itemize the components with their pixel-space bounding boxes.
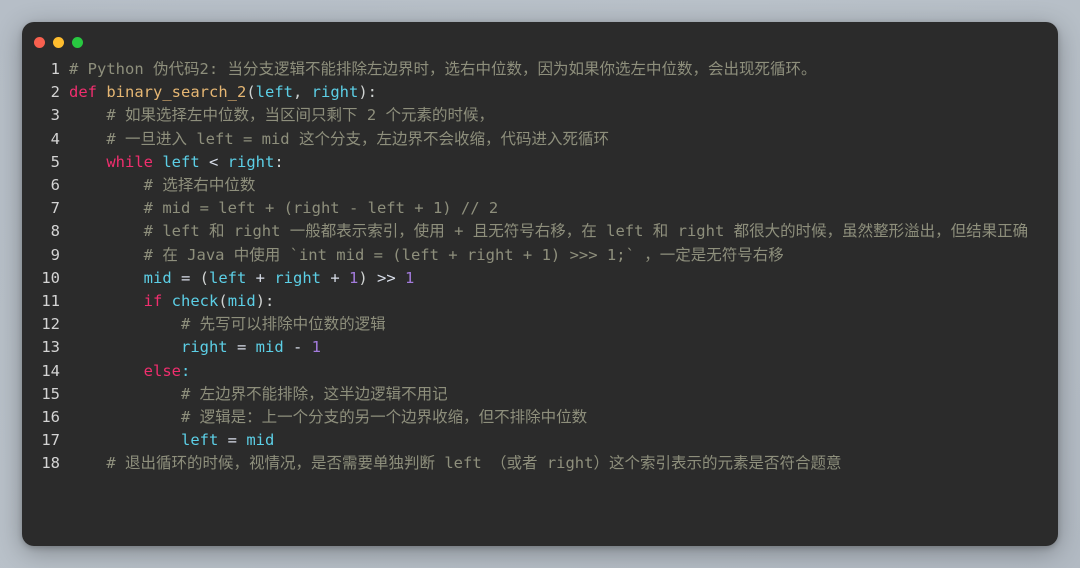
line-number: 13: [41, 338, 60, 357]
code-line: 7 # mid = left + (right - left + 1) // 2: [22, 197, 1050, 220]
line-content[interactable]: # 在 Java 中使用 `int mid = (left + right + …: [69, 244, 1050, 267]
line-number: 10: [41, 268, 60, 287]
line-number: 11: [41, 292, 60, 311]
line-content[interactable]: # 一旦进入 left = mid 这个分支，左边界不会收缩，代码进入死循环: [69, 128, 1050, 151]
code-line: 6 # 选择右中位数: [22, 174, 1050, 197]
code-line: 13 right = mid - 1: [22, 336, 1050, 359]
keyword-if: if: [143, 292, 163, 311]
line-number: 2: [50, 83, 60, 102]
comment-token: # 在 Java 中使用 `int mid = (left + right + …: [69, 245, 784, 264]
line-content[interactable]: # 退出循环的时候，视情况，是否需要单独判断 left （或者 right）这个…: [69, 452, 1050, 475]
line-number: 4: [50, 129, 60, 148]
code-line: 15 # 左边界不能排除，这半边逻辑不用记: [22, 383, 1050, 406]
var-left: left: [162, 152, 200, 171]
line-number: 15: [41, 384, 60, 403]
var-mid: mid: [227, 292, 256, 311]
comment-token: # 选择右中位数: [69, 176, 256, 195]
code-line: 5 while left < right:: [22, 151, 1050, 174]
line-number: 14: [41, 361, 60, 380]
line-number: 9: [50, 245, 60, 264]
code-line: 14 else:: [22, 360, 1050, 383]
line-number: 17: [41, 431, 60, 450]
code-line: 4 # 一旦进入 left = mid 这个分支，左边界不会收缩，代码进入死循环: [22, 128, 1050, 151]
code-line: 16 # 逻辑是：上一个分支的另一个边界收缩，但不排除中位数: [22, 406, 1050, 429]
var-mid: mid: [255, 338, 284, 357]
keyword-while: while: [106, 152, 153, 171]
line-content[interactable]: # 选择右中位数: [69, 174, 1050, 197]
var-mid: mid: [246, 431, 275, 450]
var-right: right: [274, 268, 321, 287]
line-content[interactable]: # Python 伪代码2: 当分支逻辑不能排除左边界时，选右中位数，因为如果你…: [69, 58, 1050, 81]
code-line: 12 # 先写可以排除中位数的逻辑: [22, 313, 1050, 336]
line-content[interactable]: left = mid: [69, 429, 1050, 452]
line-number: 5: [50, 152, 60, 171]
keyword-def: def: [69, 83, 97, 102]
keyword-else: else: [143, 361, 181, 380]
code-line: 17 left = mid: [22, 429, 1050, 452]
line-content[interactable]: # mid = left + (right - left + 1) // 2: [69, 197, 1050, 220]
comment-token: # 先写可以排除中位数的逻辑: [69, 315, 386, 334]
window-titlebar: [22, 22, 1058, 58]
line-number: 18: [41, 454, 60, 473]
line-number: 16: [41, 408, 60, 427]
code-line: 8 # left 和 right 一般都表示索引，使用 + 且无符号右移，在 l…: [22, 220, 1050, 243]
line-content[interactable]: # 如果选择左中位数，当区间只剩下 2 个元素的时候，: [69, 104, 1050, 127]
param-left: left: [255, 83, 293, 102]
line-content[interactable]: while left < right:: [69, 151, 1050, 174]
line-content[interactable]: # 先写可以排除中位数的逻辑: [69, 313, 1050, 336]
comment-token: # left 和 right 一般都表示索引，使用 + 且无符号右移，在 lef…: [69, 222, 1029, 241]
code-line: 18 # 退出循环的时候，视情况，是否需要单独判断 left （或者 right…: [22, 452, 1050, 475]
line-content[interactable]: # left 和 right 一般都表示索引，使用 + 且无符号右移，在 lef…: [69, 220, 1050, 243]
comment-token: # 如果选择左中位数，当区间只剩下 2 个元素的时候，: [69, 106, 494, 125]
maximize-window-icon[interactable]: [72, 37, 83, 48]
comment-token: # 左边界不能排除，这半边逻辑不用记: [69, 384, 448, 403]
code-line: 1 # Python 伪代码2: 当分支逻辑不能排除左边界时，选右中位数，因为如…: [22, 58, 1050, 81]
var-left: left: [180, 431, 219, 450]
line-number: 8: [50, 222, 60, 241]
code-line: 2 def binary_search_2(left, right):: [22, 81, 1050, 104]
code-snippet-window: 1 # Python 伪代码2: 当分支逻辑不能排除左边界时，选右中位数，因为如…: [22, 22, 1058, 546]
traffic-lights: [34, 37, 83, 48]
code-line: 3 # 如果选择左中位数，当区间只剩下 2 个元素的时候，: [22, 104, 1050, 127]
line-content[interactable]: def binary_search_2(left, right):: [69, 81, 1050, 104]
line-content[interactable]: else:: [69, 360, 1050, 383]
minimize-window-icon[interactable]: [53, 37, 64, 48]
code-block: 1 # Python 伪代码2: 当分支逻辑不能排除左边界时，选右中位数，因为如…: [22, 58, 1058, 484]
function-check: check: [171, 292, 219, 311]
function-name: binary_search_2: [106, 83, 247, 102]
number-token: 1: [311, 338, 321, 357]
var-right: right: [227, 152, 275, 171]
comment-token: # Python 伪代码2: 当分支逻辑不能排除左边界时，选右中位数，因为如果你…: [69, 60, 817, 78]
var-mid: mid: [143, 268, 172, 287]
line-content[interactable]: mid = (left + right + 1) >> 1: [69, 267, 1050, 290]
line-number: 1: [50, 60, 60, 78]
comment-token: # 一旦进入 left = mid 这个分支，左边界不会收缩，代码进入死循环: [69, 129, 609, 148]
code-line: 10 mid = (left + right + 1) >> 1: [22, 267, 1050, 290]
line-number: 7: [50, 199, 60, 218]
var-left: left: [209, 268, 247, 287]
param-right: right: [311, 83, 359, 102]
number-token: 1: [349, 268, 359, 287]
close-window-icon[interactable]: [34, 37, 45, 48]
code-line: 11 if check(mid):: [22, 290, 1050, 313]
number-token: 1: [405, 268, 415, 287]
line-content[interactable]: # 逻辑是：上一个分支的另一个边界收缩，但不排除中位数: [69, 406, 1050, 429]
line-content[interactable]: right = mid - 1: [69, 336, 1050, 359]
code-line: 9 # 在 Java 中使用 `int mid = (left + right …: [22, 244, 1050, 267]
line-number: 6: [50, 176, 60, 195]
line-content[interactable]: # 左边界不能排除，这半边逻辑不用记: [69, 383, 1050, 406]
line-number: 12: [41, 315, 60, 334]
line-content[interactable]: if check(mid):: [69, 290, 1050, 313]
comment-token: # mid = left + (right - left + 1) // 2: [69, 199, 499, 218]
comment-token: # 退出循环的时候，视情况，是否需要单独判断 left （或者 right）这个…: [69, 454, 842, 473]
line-number: 3: [50, 106, 60, 125]
var-right: right: [180, 338, 228, 357]
comment-token: # 逻辑是：上一个分支的另一个边界收缩，但不排除中位数: [69, 408, 588, 427]
